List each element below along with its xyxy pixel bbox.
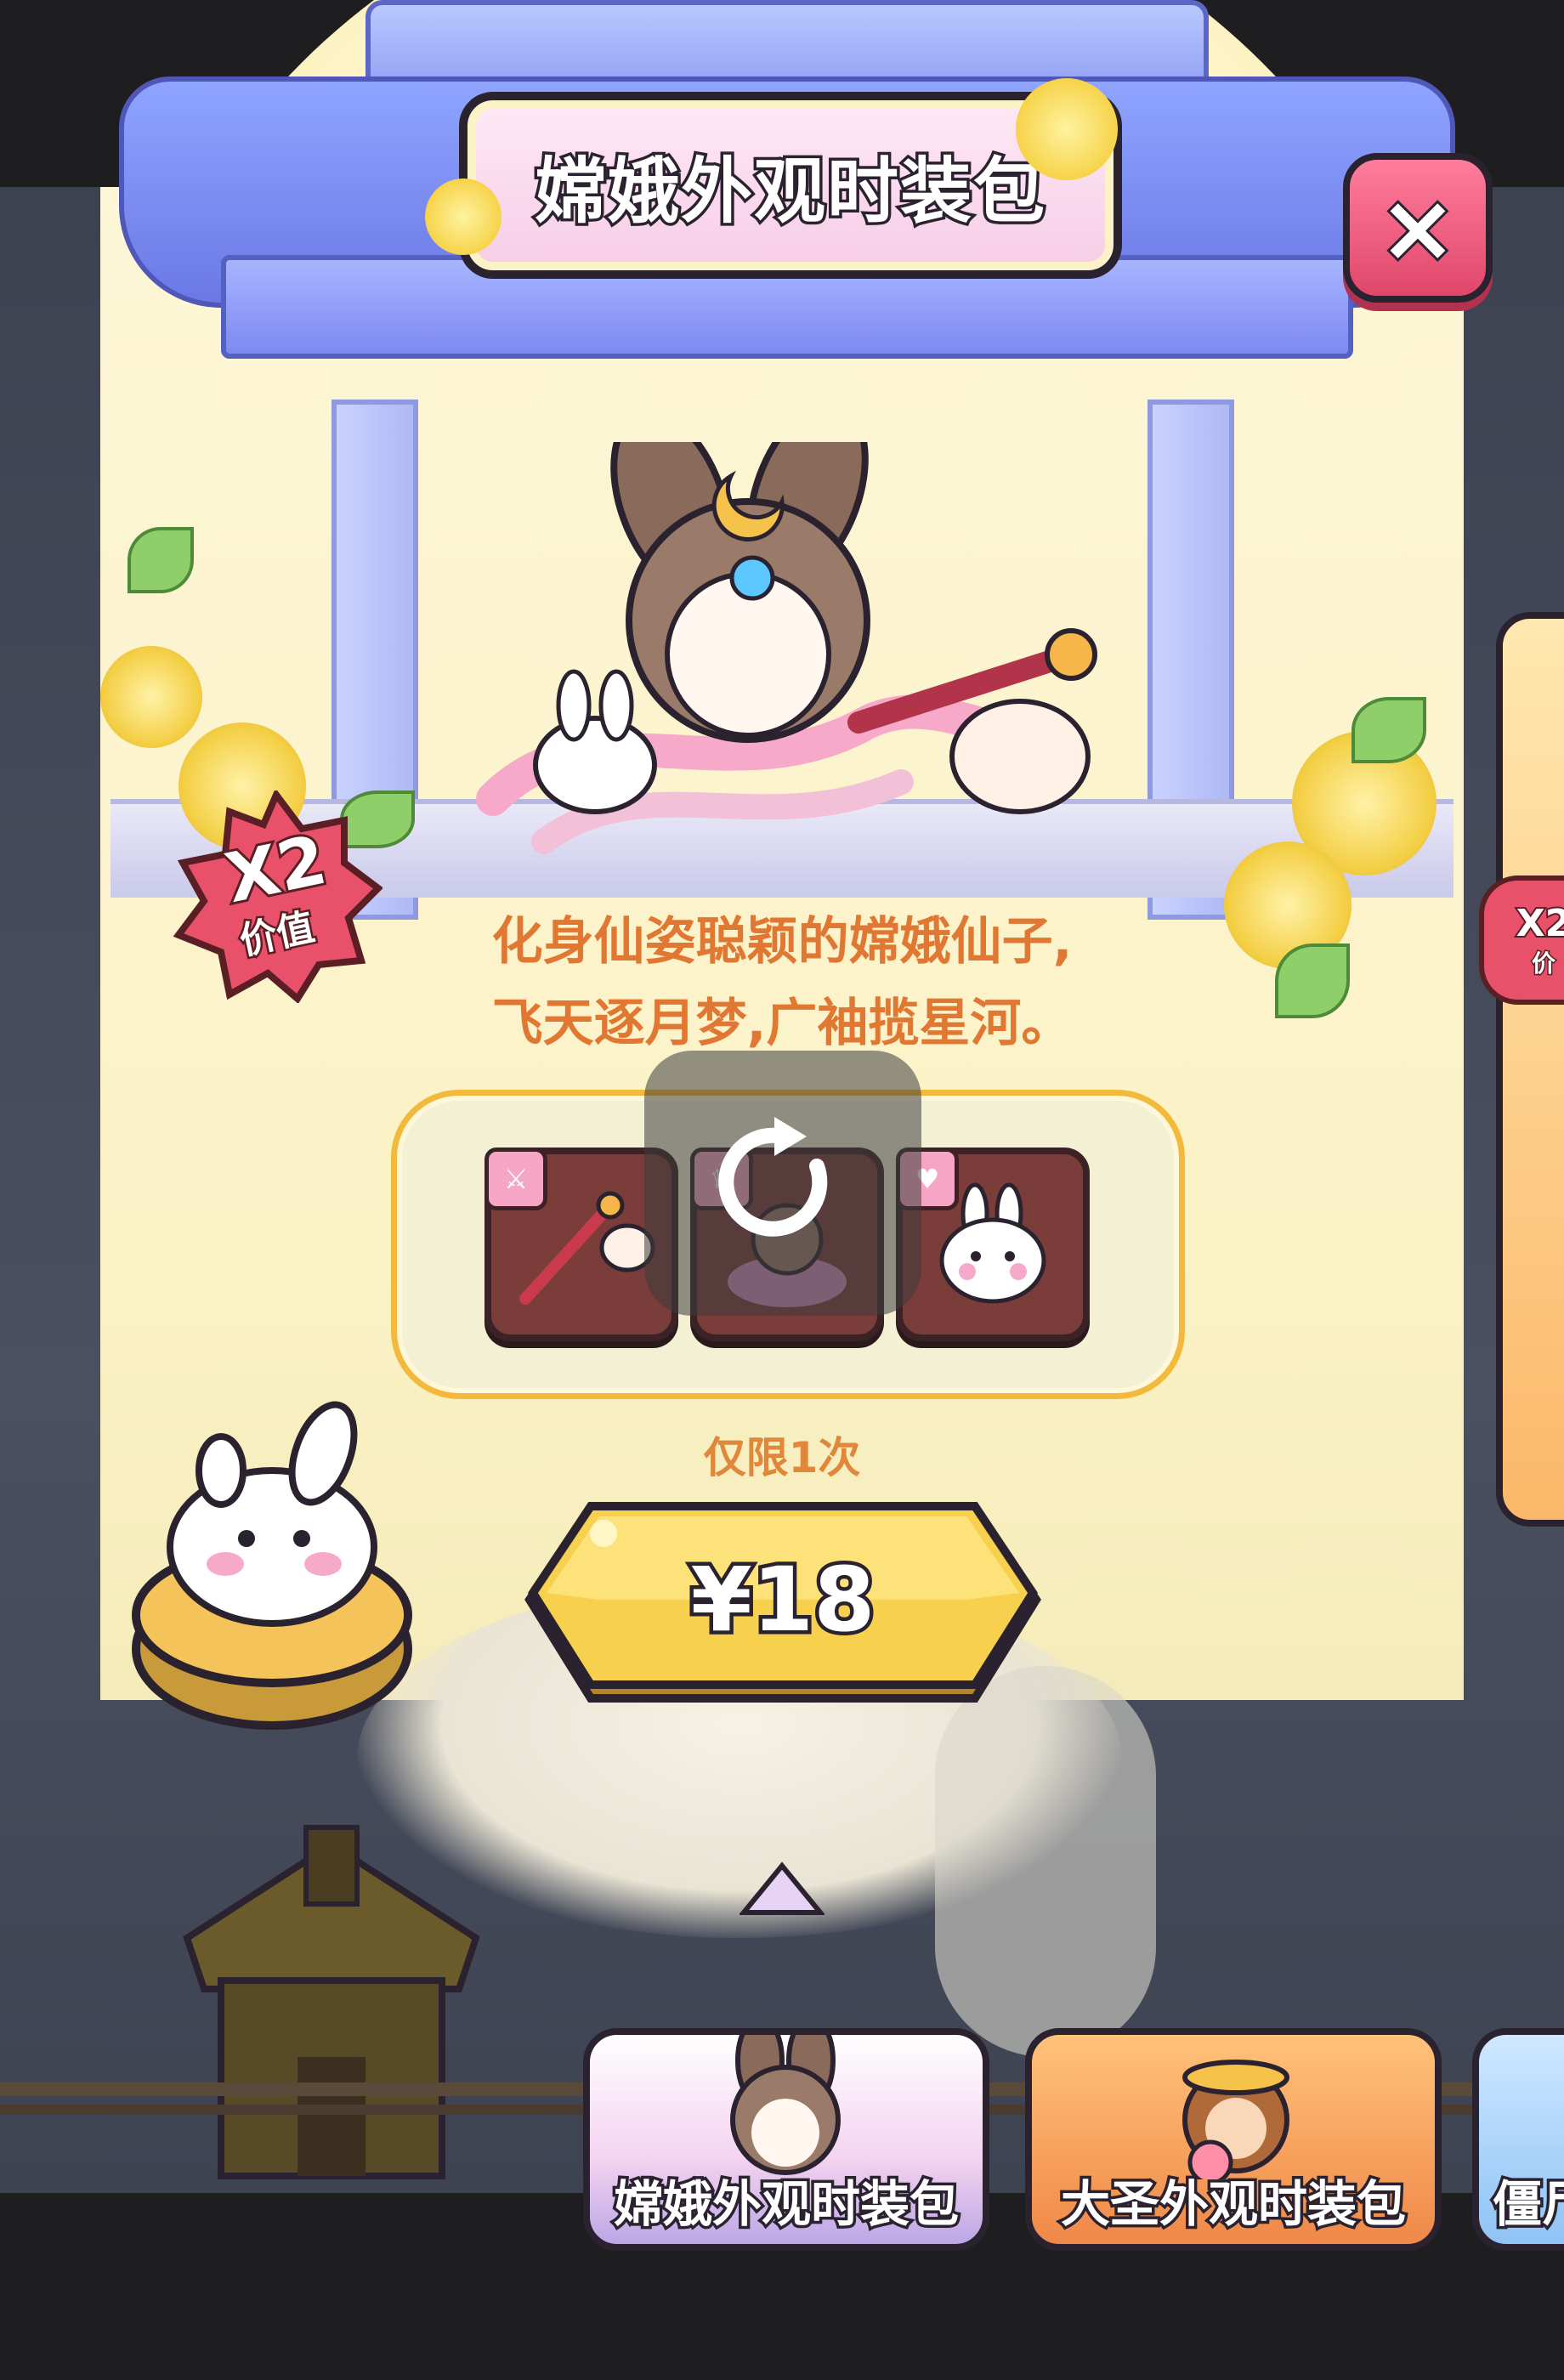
tab-label: 嫦娥外观时装包: [610, 2173, 961, 2236]
smoke-decoration: [935, 1666, 1156, 2057]
close-button[interactable]: ×: [1343, 153, 1493, 303]
side-badge-multiplier: X2: [1515, 900, 1564, 947]
bunny-mooncake-icon: [132, 1401, 412, 1730]
chang-e-character-icon: [476, 442, 1097, 854]
osmanthus-flower-icon: [100, 646, 202, 748]
next-pack-card[interactable]: [1496, 612, 1564, 1527]
tab-zombie-pack[interactable]: 僵尸: [1472, 2028, 1564, 2251]
description-line-1: 化身仙姿聪颖的嫦娥仙子,: [491, 912, 1073, 972]
monkey-king-avatar-icon: [1182, 2060, 1289, 2179]
popup-title: 嫦娥外观时装包: [531, 146, 1047, 235]
chang-e-avatar-icon: [730, 2035, 841, 2175]
close-icon: ×: [1376, 173, 1459, 282]
leaf-decoration: [1352, 697, 1426, 763]
tab-label: 僵尸: [1490, 2173, 1564, 2236]
purchase-limit: 仅限1次: [703, 1433, 861, 1482]
tab-label: 大圣外观时装包: [1057, 2173, 1408, 2236]
flower-icon: [1016, 78, 1118, 180]
leaf-decoration: [1275, 944, 1350, 1018]
leaf-decoration: [128, 527, 194, 593]
house-icon: [183, 1825, 480, 2179]
refresh-button[interactable]: [644, 1051, 921, 1316]
item-slot-pet[interactable]: ♥: [896, 1148, 1090, 1341]
weapon-tag-icon: ⚔: [484, 1148, 547, 1210]
selected-indicator-icon: [740, 1862, 824, 1915]
description: 化身仙姿聪颖的嫦娥仙子, 飞天逐月梦,广袖揽星河。: [357, 901, 1207, 1064]
value-badge: X2 价值: [170, 790, 382, 1003]
refresh-icon: [718, 1117, 828, 1237]
side-value-badge: X2 价: [1479, 876, 1564, 1005]
price-label: ¥18: [687, 1544, 879, 1656]
flower-icon: [425, 178, 502, 255]
tab-monkey-king-pack[interactable]: 大圣外观时装包: [1025, 2028, 1442, 2251]
tab-chang-e-pack[interactable]: 嫦娥外观时装包: [583, 2028, 989, 2251]
badge-multiplier: X2: [217, 818, 336, 921]
side-badge-text: 价: [1530, 948, 1556, 978]
